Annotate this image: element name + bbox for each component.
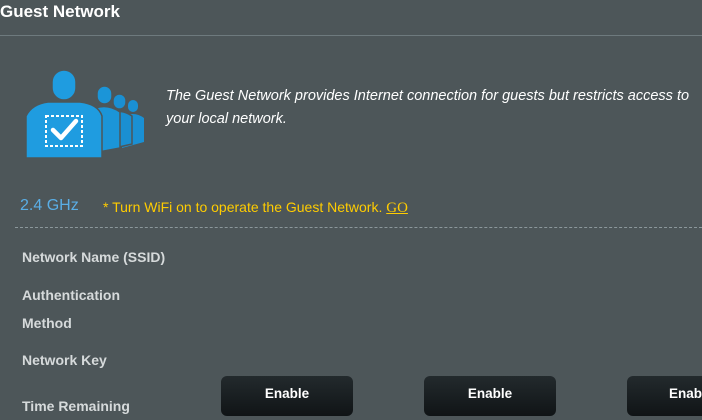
description-line-2: your local network. bbox=[166, 111, 287, 127]
title-divider bbox=[0, 35, 702, 36]
guest-network-description: The Guest Network provides Internet conn… bbox=[166, 85, 702, 131]
guest-users-check-icon bbox=[25, 69, 144, 159]
go-link[interactable]: GO bbox=[386, 200, 408, 216]
ssid-label: Network Name (SSID) bbox=[22, 249, 166, 265]
enable-button-3[interactable]: Enable bbox=[627, 376, 702, 416]
page-title: Guest Network bbox=[0, 2, 120, 21]
band-label-2-4ghz: 2.4 GHz bbox=[20, 197, 79, 214]
wifi-off-notice: * Turn WiFi on to operate the Guest Netw… bbox=[103, 199, 408, 217]
enable-button-1[interactable]: Enable bbox=[221, 376, 353, 416]
time-remaining-label: Time Remaining bbox=[22, 398, 130, 414]
auth-method-label-line-2: Method bbox=[22, 315, 72, 331]
enable-button-2[interactable]: Enable bbox=[424, 376, 556, 416]
network-key-label: Network Key bbox=[22, 352, 107, 368]
description-line-1: The Guest Network provides Internet conn… bbox=[166, 88, 690, 104]
wifi-off-notice-text: * Turn WiFi on to operate the Guest Netw… bbox=[103, 199, 383, 215]
auth-method-label-line-1: Authentication bbox=[22, 287, 120, 303]
section-divider bbox=[15, 227, 702, 228]
